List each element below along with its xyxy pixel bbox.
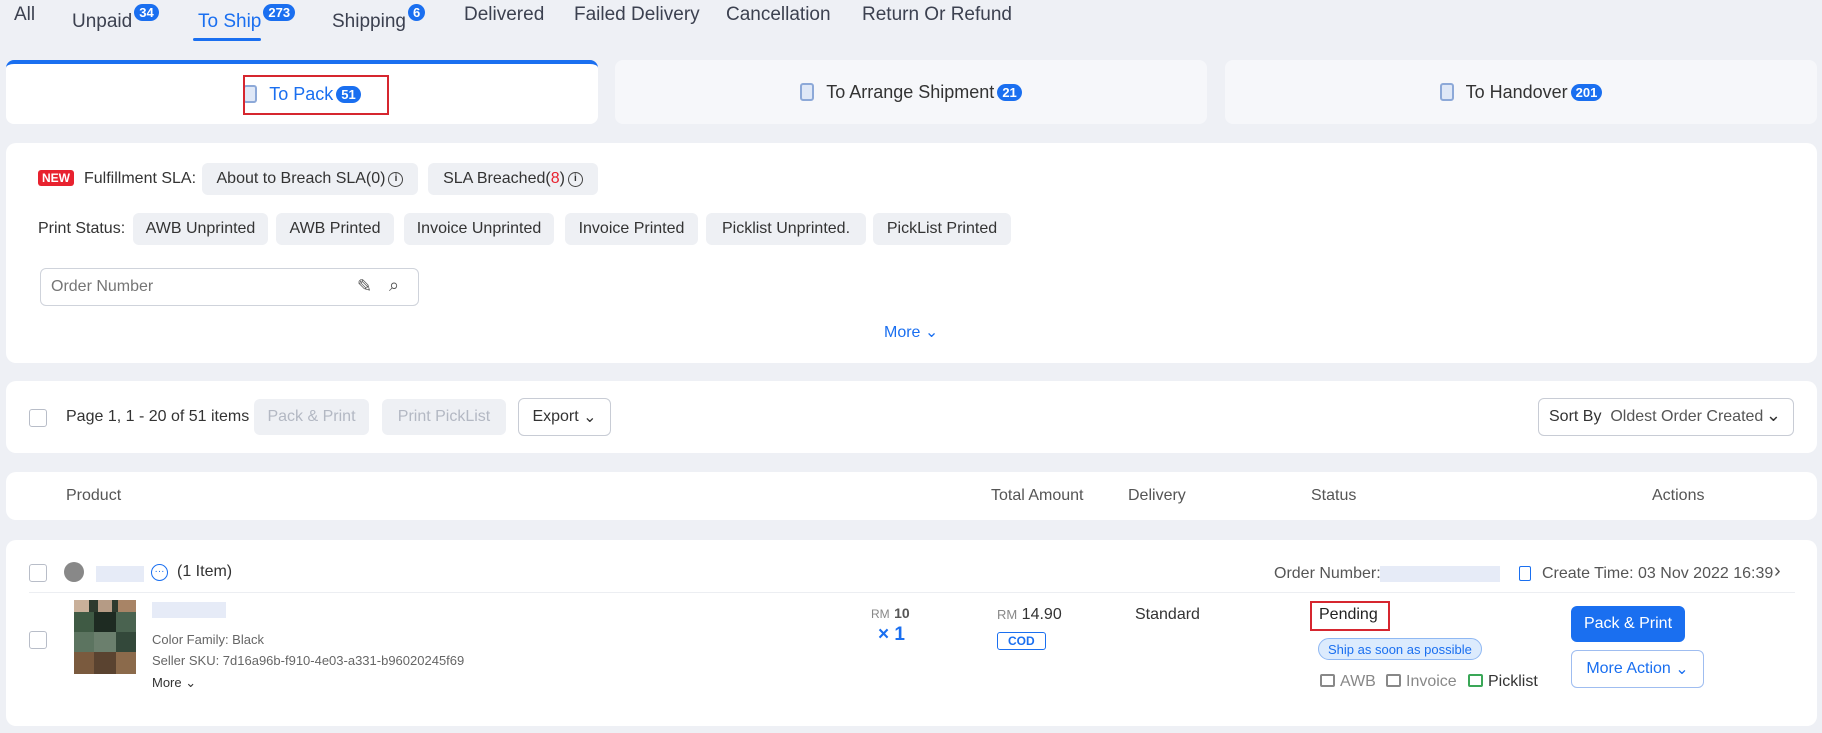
print-invoice-link[interactable]: Invoice — [1386, 673, 1457, 691]
product-thumbnail — [74, 600, 136, 674]
product-name-redacted[interactable] — [152, 602, 226, 618]
more-action-button[interactable]: More Action ⌄ — [1571, 650, 1704, 688]
col-total-amount: Total Amount — [991, 487, 1084, 504]
clipboard-icon — [800, 83, 815, 101]
buyer-name-redacted — [96, 566, 144, 582]
more-filters-toggle[interactable]: More ⌄ — [884, 322, 938, 342]
print-picklist-link[interactable]: Picklist — [1468, 673, 1538, 691]
print-awb-link[interactable]: AWB — [1320, 673, 1376, 691]
quantity: × 1 — [878, 624, 905, 645]
col-actions: Actions — [1652, 487, 1705, 504]
delivery-type: Standard — [1135, 606, 1200, 623]
highlight-box — [243, 75, 389, 115]
tab-to-ship-count: 273 — [263, 4, 296, 21]
chip-awb-unprinted[interactable]: AWB Unprinted — [133, 213, 268, 245]
select-all-checkbox[interactable] — [29, 409, 47, 427]
search-icon[interactable]: ⌕ — [389, 275, 399, 296]
item-checkbox[interactable] — [29, 631, 47, 649]
tab-cancellation[interactable]: Cancellation — [726, 4, 831, 26]
print-picklist-button[interactable]: Print PickList — [382, 399, 506, 435]
page-info: Page 1, 1 - 20 of 51 items — [66, 408, 250, 425]
divider — [29, 592, 1795, 593]
product-more-toggle[interactable]: More ⌄ — [152, 675, 196, 691]
total-price: RM 14.90 — [997, 606, 1062, 623]
sort-by-select[interactable]: Sort By Oldest Order Created ⌄ — [1538, 398, 1794, 436]
printer-icon — [1386, 674, 1401, 687]
chevron-down-icon: ⌄ — [924, 324, 939, 341]
pack-print-bulk-button[interactable]: Pack & Print — [254, 399, 369, 435]
chip-invoice-printed[interactable]: Invoice Printed — [565, 213, 698, 245]
tab-all[interactable]: All — [14, 4, 35, 26]
chat-icon[interactable]: ··· — [151, 564, 168, 581]
tab-delivered[interactable]: Delivered — [464, 4, 544, 26]
chip-picklist-unprinted[interactable]: Picklist Unprinted. — [706, 213, 866, 245]
export-button[interactable]: Export ⌄ — [518, 398, 611, 436]
tab-unpaid-count: 34 — [134, 4, 159, 21]
tab-shipping[interactable]: Shipping 6 — [332, 4, 426, 33]
status-tabs: All Unpaid 34 To Ship 273 Shipping 6 Delive… — [0, 0, 1822, 50]
subtab-to-handover-count: 201 — [1570, 83, 1603, 101]
new-badge: NEW — [38, 170, 74, 186]
subtab-to-arrange-count: 21 — [997, 83, 1022, 101]
table-header — [6, 472, 1817, 520]
sla-breached-chip[interactable]: SLA Breached(8) i — [428, 163, 598, 195]
subtab-to-handover[interactable]: To Handover 201 — [1225, 60, 1817, 124]
handover-icon — [1439, 83, 1454, 101]
info-icon: i — [567, 171, 583, 187]
col-status: Status — [1311, 487, 1357, 504]
chip-invoice-unprinted[interactable]: Invoice Unprinted — [404, 213, 554, 245]
printer-icon — [1320, 674, 1335, 687]
unit-price: RM 10 — [871, 605, 910, 621]
chevron-down-icon: ⌄ — [185, 675, 197, 690]
chevron-down-icon: ⌄ — [1675, 661, 1689, 678]
create-time: Create Time: 03 Nov 2022 16:39 — [1542, 565, 1774, 582]
printer-icon — [1468, 674, 1483, 687]
about-to-breach-chip[interactable]: About to Breach SLA(0) i — [202, 163, 418, 195]
chevron-right-icon[interactable]: › — [1774, 560, 1781, 583]
sla-label: Fulfillment SLA: — [84, 170, 197, 187]
order-checkbox[interactable] — [29, 564, 47, 582]
ship-asap-tag: Ship as soon as possible — [1318, 638, 1482, 660]
pack-print-button[interactable]: Pack & Print — [1571, 606, 1685, 642]
tab-failed-delivery[interactable]: Failed Delivery — [574, 4, 700, 26]
clear-edit-icon[interactable]: ✎ — [357, 276, 372, 297]
cod-badge: COD — [997, 632, 1046, 650]
subtab-to-arrange-shipment[interactable]: To Arrange Shipment 21 — [615, 60, 1207, 124]
tab-return-or-refund[interactable]: Return Or Refund — [862, 4, 1012, 26]
chevron-down-icon: ⌄ — [583, 409, 597, 426]
chevron-down-icon: ⌄ — [1765, 405, 1781, 425]
seller-sku: Seller SKU: 7d16a96b-f910-4e03-a331-b960… — [152, 653, 465, 668]
chip-picklist-printed[interactable]: PickList Printed — [873, 213, 1011, 245]
copy-icon[interactable] — [1519, 566, 1531, 581]
color-family: Color Family: Black — [152, 632, 264, 647]
col-product: Product — [66, 487, 122, 504]
order-number-redacted[interactable] — [1380, 566, 1500, 582]
chip-awb-printed[interactable]: AWB Printed — [276, 213, 394, 245]
print-status-label: Print Status: — [38, 220, 126, 237]
col-delivery: Delivery — [1128, 487, 1186, 504]
tab-unpaid[interactable]: Unpaid 34 — [72, 4, 159, 33]
buyer-avatar — [64, 562, 84, 582]
tab-to-ship[interactable]: To Ship 273 — [198, 4, 296, 33]
tab-shipping-count: 6 — [407, 4, 426, 21]
active-tab-underline — [193, 38, 261, 41]
status-highlight-box — [1310, 601, 1390, 631]
item-count: (1 Item) — [177, 563, 233, 580]
info-icon: i — [388, 171, 404, 187]
order-number-label: Order Number: — [1274, 565, 1381, 582]
